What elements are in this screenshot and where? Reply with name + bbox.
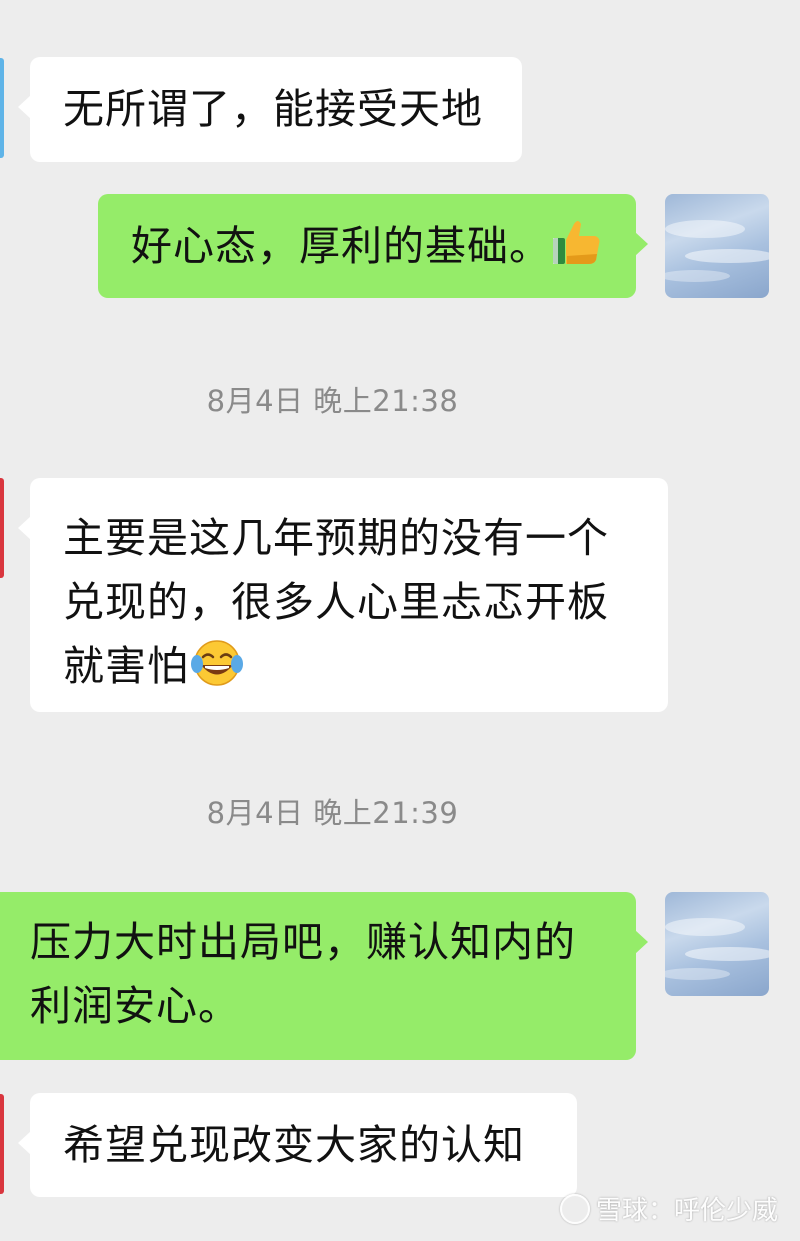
thumbs-up-icon [551, 216, 603, 286]
message-text: 希望兑现改变大家的认知 [63, 1121, 525, 1169]
tears-of-joy-icon [189, 638, 245, 706]
sender-avatar[interactable] [0, 478, 4, 578]
message-text-line: 利润安心。 [30, 982, 240, 1030]
message-timestamp: 8月4日 晚上21:38 [206, 384, 459, 418]
message-bubble-incoming[interactable]: 无所谓了，能接受天地 [18, 57, 522, 162]
message-bubble-outgoing[interactable]: 好心态，厚利的基础。 [98, 194, 648, 298]
xueqiu-logo-icon [559, 1193, 590, 1224]
watermark: 雪球：呼伦少威 [559, 1190, 778, 1227]
message-bubble-outgoing[interactable]: 压力大时出局吧，赚认知内的 利润安心。 [0, 892, 648, 1060]
message-text: 好心态，厚利的基础。 [131, 222, 551, 270]
sender-avatar[interactable] [0, 1094, 4, 1194]
watermark-text: 雪球：呼伦少威 [595, 1196, 778, 1226]
message-text-line: 压力大时出局吧，赚认知内的 [30, 918, 576, 966]
message-text-line: 主要是这几年预期的没有一个 [63, 514, 609, 562]
message-timestamp: 8月4日 晚上21:39 [206, 796, 459, 830]
message-text-line: 就害怕 [63, 642, 189, 690]
user-avatar[interactable] [665, 892, 769, 996]
message-text: 无所谓了，能接受天地 [63, 85, 483, 133]
message-text-line: 兑现的，很多人心里忐忑开板 [63, 578, 609, 626]
message-bubble-incoming[interactable]: 主要是这几年预期的没有一个 兑现的，很多人心里忐忑开板 就害怕 [18, 478, 668, 712]
user-avatar[interactable] [665, 194, 769, 298]
sender-avatar[interactable] [0, 58, 4, 158]
message-bubble-incoming[interactable]: 希望兑现改变大家的认知 [18, 1093, 577, 1197]
